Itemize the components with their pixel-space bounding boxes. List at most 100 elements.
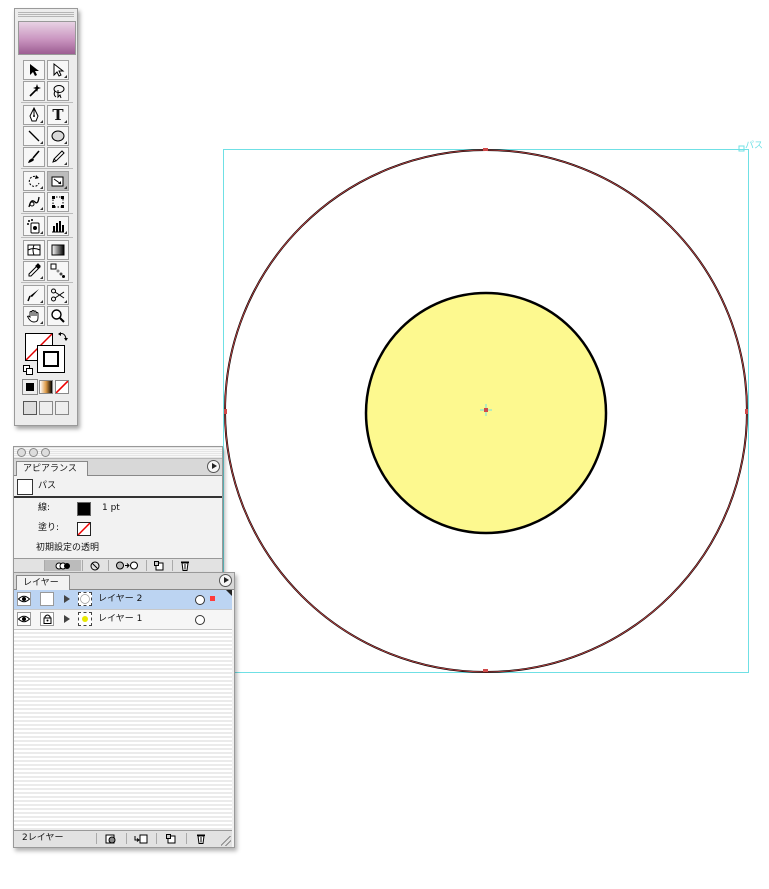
panel-titlebar[interactable] bbox=[14, 447, 222, 459]
blend-tool[interactable] bbox=[47, 261, 69, 281]
tab-layers[interactable]: レイヤー bbox=[16, 575, 70, 590]
delete-item-button[interactable] bbox=[172, 560, 197, 571]
target-circle-icon[interactable] bbox=[195, 595, 205, 605]
paintbrush-tool[interactable] bbox=[23, 147, 45, 167]
slice-tool[interactable] bbox=[23, 285, 45, 305]
resize-grip-icon[interactable] bbox=[221, 836, 231, 846]
zoom-tool[interactable] bbox=[47, 306, 69, 326]
selection-tool[interactable] bbox=[23, 60, 45, 80]
blend-icon bbox=[50, 263, 65, 278]
screen-mode-buttons bbox=[23, 401, 71, 417]
visibility-toggle[interactable] bbox=[17, 612, 31, 626]
opacity-row[interactable]: 初期設定の透明 bbox=[14, 538, 222, 558]
palette-grip[interactable] bbox=[18, 12, 74, 18]
lasso-tool[interactable] bbox=[47, 81, 69, 101]
eye-icon bbox=[18, 595, 30, 603]
magic-wand-tool[interactable] bbox=[23, 81, 45, 101]
clear-appearance-button[interactable] bbox=[82, 560, 107, 571]
current-layer-triangle-icon bbox=[226, 590, 232, 596]
eyedropper-tool[interactable] bbox=[23, 261, 45, 281]
close-button[interactable] bbox=[17, 448, 26, 457]
tools-palette[interactable]: T bbox=[14, 8, 78, 426]
layer-thumbnail bbox=[78, 612, 92, 626]
visibility-toggle[interactable] bbox=[17, 592, 31, 606]
scale-tool[interactable] bbox=[47, 171, 69, 191]
stroke-label: 線: bbox=[38, 503, 51, 513]
direct-selection-tool[interactable] bbox=[47, 60, 69, 80]
line-tool[interactable] bbox=[23, 126, 45, 146]
brush-icon bbox=[28, 150, 40, 163]
type-icon: T bbox=[52, 106, 64, 124]
magnifier-icon bbox=[51, 309, 65, 323]
stroke-color-swatch[interactable] bbox=[77, 502, 91, 516]
standard-screen-mode-button[interactable] bbox=[23, 401, 37, 415]
no-entry-icon bbox=[90, 561, 100, 570]
delete-layer-button[interactable] bbox=[186, 833, 215, 844]
clipping-mask-icon bbox=[105, 834, 116, 843]
layers-panel[interactable]: レイヤー レイヤー 2 レイヤー 1 2レイヤー bbox=[13, 572, 235, 848]
reduce-to-basic-appearance-button[interactable] bbox=[108, 560, 145, 571]
gradient-mode-button[interactable] bbox=[39, 380, 53, 394]
lock-toggle[interactable] bbox=[40, 592, 54, 606]
duplicate-item-button[interactable] bbox=[146, 560, 171, 571]
swap-fill-stroke-icon[interactable] bbox=[57, 331, 69, 343]
full-screen-mode-button[interactable] bbox=[55, 401, 69, 415]
stroke-row[interactable]: 線: 1 pt bbox=[14, 498, 222, 518]
layer-name[interactable]: レイヤー 2 bbox=[98, 590, 142, 609]
mesh-icon bbox=[27, 244, 41, 256]
layer-row-1[interactable]: レイヤー 1 bbox=[14, 610, 232, 630]
pencil-tool[interactable] bbox=[47, 147, 69, 167]
new-item-icon bbox=[154, 560, 164, 570]
illustrator-logo[interactable] bbox=[18, 21, 76, 55]
target-circle-icon[interactable] bbox=[195, 615, 205, 625]
stroke-swatch[interactable] bbox=[37, 345, 65, 373]
default-colors-icon[interactable] bbox=[23, 365, 33, 375]
none-mode-button[interactable] bbox=[55, 380, 69, 394]
create-new-sublayer-button[interactable] bbox=[126, 833, 155, 844]
make-clipping-mask-button[interactable] bbox=[96, 833, 125, 844]
zoom-button[interactable] bbox=[41, 448, 50, 457]
tab-appearance[interactable]: アピアランス bbox=[16, 461, 88, 476]
scissors-tool[interactable] bbox=[47, 285, 69, 305]
new-art-basic-appearance-button[interactable] bbox=[44, 560, 81, 571]
new-layer-icon bbox=[166, 833, 176, 843]
disclosure-triangle-icon[interactable] bbox=[64, 595, 70, 603]
disclosure-triangle-icon[interactable] bbox=[64, 615, 70, 623]
color-mode-buttons bbox=[22, 379, 71, 396]
fill-row[interactable]: 塗り: bbox=[14, 518, 222, 538]
type-tool[interactable]: T bbox=[47, 105, 69, 125]
gradient-tool[interactable] bbox=[47, 240, 69, 260]
full-screen-menu-mode-button[interactable] bbox=[39, 401, 53, 415]
column-graph-tool[interactable] bbox=[47, 216, 69, 236]
pen-tool[interactable] bbox=[23, 105, 45, 125]
appearance-footer bbox=[14, 558, 222, 573]
selection-indicator[interactable] bbox=[210, 596, 215, 601]
layers-tab-row: レイヤー bbox=[14, 573, 234, 590]
mesh-tool[interactable] bbox=[23, 240, 45, 260]
lock-toggle[interactable] bbox=[40, 612, 54, 626]
appearance-panel[interactable]: アピアランス パス 線: 1 pt 塗り: 初期設定の透明 bbox=[13, 446, 223, 574]
layer-row-2[interactable]: レイヤー 2 bbox=[14, 590, 232, 610]
gradient-icon bbox=[51, 244, 65, 256]
create-new-layer-button[interactable] bbox=[156, 833, 185, 844]
layers-footer: 2レイヤー bbox=[14, 830, 232, 847]
layer-list[interactable]: レイヤー 2 レイヤー 1 bbox=[14, 590, 232, 830]
layers-menu-button[interactable] bbox=[219, 574, 232, 587]
free-transform-tool[interactable] bbox=[47, 192, 69, 212]
warp-tool[interactable] bbox=[23, 192, 45, 212]
selection-handle[interactable] bbox=[738, 145, 745, 152]
stroke-weight-value: 1 pt bbox=[102, 503, 120, 513]
free-transform-icon bbox=[52, 196, 64, 208]
minimize-button[interactable] bbox=[29, 448, 38, 457]
rotate-tool[interactable] bbox=[23, 171, 45, 191]
trash-icon bbox=[197, 834, 205, 844]
appearance-object-row[interactable]: パス bbox=[14, 476, 222, 498]
circles-icon bbox=[55, 562, 70, 569]
ellipse-tool[interactable] bbox=[47, 126, 69, 146]
color-mode-button[interactable] bbox=[22, 379, 38, 395]
fill-none-swatch[interactable] bbox=[77, 522, 91, 536]
panel-menu-button[interactable] bbox=[207, 460, 220, 473]
layer-name[interactable]: レイヤー 1 bbox=[98, 610, 142, 629]
hand-tool[interactable] bbox=[23, 306, 45, 326]
symbol-sprayer-tool[interactable] bbox=[23, 216, 45, 236]
